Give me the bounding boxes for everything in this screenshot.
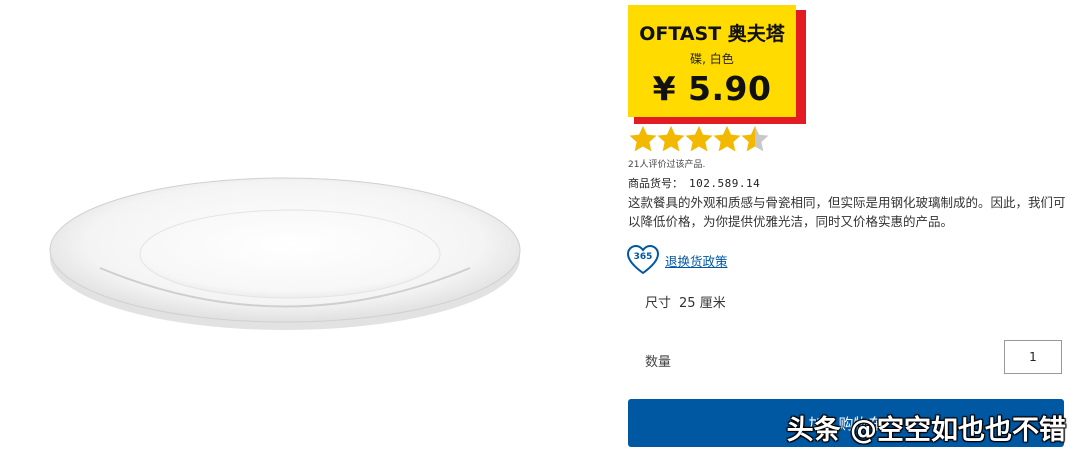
sku-row: 商品货号： 102.589.14 bbox=[628, 175, 760, 191]
half-star-icon bbox=[741, 125, 769, 152]
size-value: 25 厘米 bbox=[679, 296, 726, 311]
quantity-label: 数量 bbox=[645, 355, 672, 370]
policy-badge-text: 365 bbox=[634, 252, 653, 262]
quantity-input[interactable] bbox=[1004, 340, 1062, 374]
plate-image bbox=[49, 177, 521, 330]
sku-value: 102.589.14 bbox=[689, 177, 761, 190]
product-name: OFTAST 奥夫塔 bbox=[639, 23, 785, 45]
sku-label: 商品货号： bbox=[628, 177, 683, 190]
product-subtitle: 碟, 白色 bbox=[690, 52, 734, 66]
rating-count: 21人评价过该产品. bbox=[628, 160, 706, 170]
product-description: 这款餐具的外观和质感与骨瓷相同，但实际是用钢化玻璃制成的。因此，我们可以降低价格… bbox=[628, 195, 1066, 229]
size-row: 尺寸 25 厘米 bbox=[645, 292, 726, 311]
star-icon bbox=[629, 125, 657, 152]
product-image bbox=[40, 150, 530, 340]
return-policy-link[interactable]: 退换货政策 bbox=[665, 251, 728, 270]
365-badge-icon: 365 bbox=[626, 244, 660, 275]
return-policy: 365 退换货政策 bbox=[626, 244, 728, 276]
product-price: ¥ 5.90 bbox=[652, 69, 772, 108]
rating-stars[interactable] bbox=[628, 124, 769, 156]
add-to-cart-button[interactable]: 加入购物车 bbox=[628, 399, 1064, 447]
size-label: 尺寸 bbox=[645, 296, 672, 311]
star-icon bbox=[657, 125, 685, 152]
price-tag: OFTAST 奥夫塔 碟, 白色 ¥ 5.90 bbox=[628, 5, 796, 117]
product-page: OFTAST 奥夫塔 碟, 白色 ¥ 5.90 21人评价过该产品. 商品货号：… bbox=[0, 0, 1080, 457]
star-icon bbox=[685, 125, 713, 152]
star-icon bbox=[713, 125, 741, 152]
